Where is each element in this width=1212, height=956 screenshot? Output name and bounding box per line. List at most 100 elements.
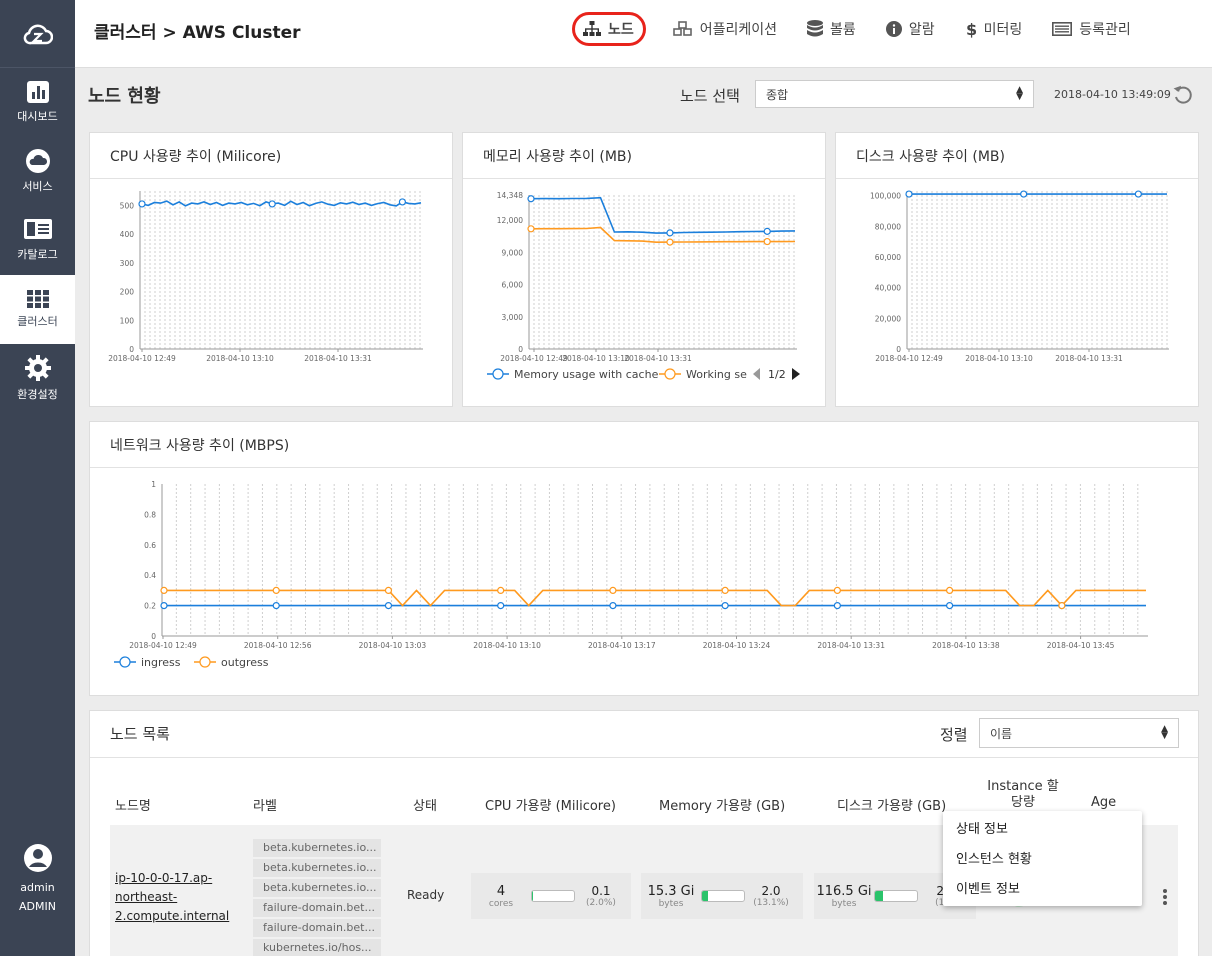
data-point[interactable] — [721, 602, 729, 610]
data-point[interactable] — [833, 586, 841, 595]
cpu-total: 4 — [496, 883, 506, 899]
user-name: admin — [20, 881, 55, 894]
sort-select-value: 이름 — [990, 726, 1013, 741]
refresh-icon[interactable] — [1173, 83, 1193, 109]
data-point[interactable] — [384, 602, 393, 610]
data-point[interactable] — [160, 586, 168, 595]
memory-usage-bar — [701, 890, 745, 902]
data-point[interactable] — [721, 586, 729, 595]
x-tick-label: 2018-04-10 12:49 — [500, 354, 568, 363]
tab-label: 등록관리 — [1079, 22, 1131, 38]
y-tick-label: 20,000 — [875, 314, 901, 323]
tab-registration[interactable]: 등록관리 — [1052, 12, 1131, 46]
y-tick-label: 60,000 — [875, 253, 901, 262]
card-title: 네트워크 사용량 추이 (MBPS) — [90, 422, 1198, 468]
column-header[interactable]: Instance 할당량 — [984, 779, 1062, 811]
y-tick-label: 300 — [120, 259, 135, 268]
network-chart: 0 0.2 0.4 0.6 0.8 1 2018-04-10 12:49 2018-04-10… — [114, 480, 1148, 669]
y-tick-label: 0.6 — [144, 541, 156, 550]
legend-label[interactable]: ingress — [141, 656, 181, 669]
x-tick-label: 2018-04-10 13:24 — [703, 641, 771, 650]
data-point[interactable] — [833, 602, 841, 610]
sidebar-item-catalog[interactable]: 카탈로그 — [0, 206, 75, 275]
y-tick-label: 0.8 — [144, 510, 156, 519]
cpu-chart: 0 100 200 300 400 500 2018-04-10 12:49 2018-04-… — [108, 191, 423, 363]
data-point[interactable] — [609, 586, 617, 595]
column-header[interactable]: Memory 가용량 (GB) — [659, 795, 785, 814]
x-tick-label: 2018-04-10 12:56 — [244, 641, 312, 650]
menu-item-instance-status[interactable]: 인스턴스 현황 — [943, 845, 1142, 875]
data-point[interactable] — [905, 190, 913, 198]
sidebar-item-dashboard[interactable]: 대시보드 — [0, 68, 75, 137]
data-point[interactable] — [268, 200, 276, 208]
sidebar-item-service[interactable]: 서비스 — [0, 137, 75, 206]
node-select[interactable]: 종합 ▲ ▼ — [755, 80, 1034, 108]
sort-select[interactable]: 이름 ▲ ▼ — [979, 718, 1179, 748]
node-select-value: 종합 — [766, 87, 789, 102]
sidebar-item-settings[interactable]: 환경설정 — [0, 344, 75, 413]
data-point[interactable] — [666, 229, 674, 237]
y-tick-label: 100 — [120, 316, 135, 325]
data-point[interactable] — [398, 198, 406, 206]
data-point[interactable] — [1020, 190, 1028, 198]
sidebar-item-label: 환경설정 — [17, 388, 58, 401]
legend-label[interactable]: Working se — [686, 368, 747, 381]
column-header[interactable]: 디스크 가용량 (GB) — [837, 795, 946, 814]
column-header[interactable]: 상태 — [413, 795, 437, 814]
menu-item-event-info[interactable]: 이벤트 정보 — [943, 875, 1142, 905]
status-text: Ready — [407, 888, 445, 902]
data-point[interactable] — [609, 602, 617, 610]
menu-item-status-info[interactable]: 상태 정보 — [943, 815, 1142, 845]
tab-alarm[interactable]: 알람 — [885, 12, 935, 46]
app-logo[interactable] — [0, 0, 75, 68]
node-select-label: 노드 선택 — [680, 87, 740, 105]
data-point[interactable] — [497, 602, 505, 610]
data-point[interactable] — [384, 586, 393, 595]
row-menu-icon[interactable] — [1163, 889, 1169, 907]
column-header[interactable]: 라벨 — [253, 795, 277, 814]
user-panel[interactable]: admin ADMIN — [0, 844, 75, 916]
data-point[interactable] — [1058, 602, 1066, 610]
data-point[interactable] — [1134, 190, 1142, 198]
node-name-link[interactable]: ip-10-0-0-17.ap-northeast-2.compute.inte… — [115, 869, 245, 926]
x-tick-label: 2018-04-10 13:31 — [1055, 354, 1123, 363]
tab-application[interactable]: 어플리케이션 — [672, 12, 777, 46]
column-header[interactable]: CPU 가용량 (Milicore) — [485, 795, 616, 814]
cpu-unit: cores — [488, 898, 514, 909]
column-header[interactable]: Age — [1091, 795, 1116, 810]
y-tick-label: 3,000 — [502, 313, 524, 322]
sidebar-item-label: 서비스 — [22, 180, 53, 193]
bar-fill — [875, 891, 883, 901]
sidebar-item-cluster[interactable]: 클러스터 — [0, 275, 75, 344]
data-point[interactable] — [160, 602, 168, 610]
card-title: 디스크 사용량 추이 (MB) — [836, 133, 1198, 179]
data-point[interactable] — [272, 602, 280, 610]
data-point[interactable] — [763, 237, 771, 246]
y-tick-label: 0 — [151, 632, 156, 641]
data-point[interactable] — [527, 225, 535, 233]
data-point[interactable] — [763, 227, 771, 235]
dollar-icon: $ — [966, 20, 977, 38]
y-tick-label: 14,348 — [497, 191, 523, 200]
legend-label[interactable]: outgress — [221, 656, 269, 669]
legend-pager: 1/2 — [768, 368, 786, 381]
legend-label[interactable]: Memory usage with cache — [514, 368, 659, 381]
tab-node[interactable]: 노드 — [572, 12, 646, 46]
data-point[interactable] — [666, 238, 674, 246]
data-point[interactable] — [945, 586, 954, 595]
column-header[interactable]: 노드명 — [115, 795, 151, 814]
tab-volume[interactable]: 볼륨 — [807, 12, 856, 46]
tab-label: 볼륨 — [830, 22, 856, 38]
tab-metering[interactable]: $ 미터링 — [965, 12, 1023, 46]
y-tick-label: 80,000 — [875, 222, 901, 231]
page-title: 클러스터 > AWS Cluster — [94, 23, 301, 43]
data-point[interactable] — [138, 200, 146, 208]
svg-text:$: $ — [966, 20, 977, 38]
data-point[interactable] — [945, 602, 954, 610]
x-tick-label: 2018-04-10 13:10 — [965, 354, 1033, 363]
data-point[interactable] — [497, 586, 505, 595]
header: 클러스터 > AWS Cluster 노드 어플리케이션 볼륨 알람 $ 미터링… — [75, 0, 1212, 68]
data-point[interactable] — [527, 195, 535, 203]
data-point[interactable] — [272, 586, 280, 595]
cubes-icon — [672, 21, 692, 36]
